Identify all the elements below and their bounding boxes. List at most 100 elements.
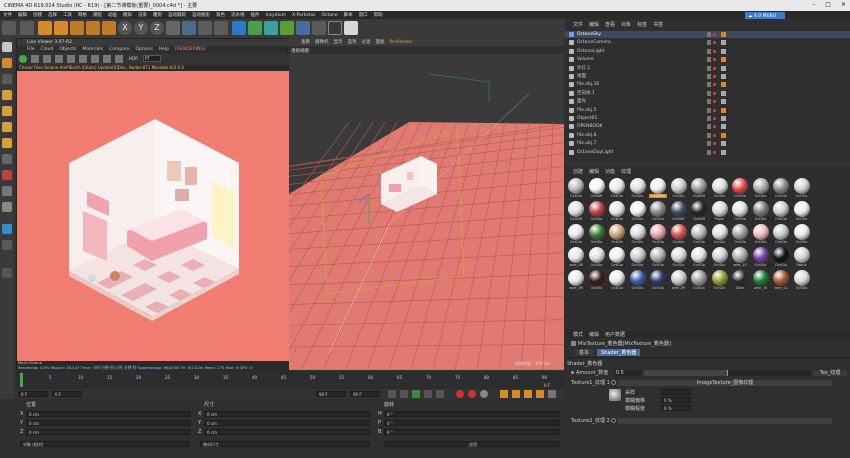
texture1-menu-icon[interactable] (611, 380, 616, 385)
pick-material-icon[interactable] (115, 55, 123, 63)
material-swatch[interactable]: OctGlo (751, 201, 770, 221)
render-toggle-icon[interactable] (713, 66, 716, 70)
material-swatch[interactable]: OctGlo (608, 201, 626, 221)
model-mode-icon[interactable] (2, 58, 12, 68)
position-field[interactable]: 0 cm (26, 420, 190, 426)
texture1-slot[interactable]: ImageTexture_图像纹理 (618, 379, 832, 386)
object-row[interactable]: OPENBOOK (565, 123, 850, 130)
rotate-circle-icon[interactable] (102, 21, 116, 35)
tag-icon[interactable] (721, 116, 726, 121)
region-render-icon[interactable] (91, 55, 99, 63)
rotation-field[interactable]: 0 ° (384, 420, 560, 426)
keyframe-selection-icon[interactable] (480, 390, 488, 398)
material-swatch[interactable]: wire_10 (731, 247, 749, 267)
material-swatch[interactable]: wire_06 (567, 270, 585, 290)
material-swatch[interactable]: OctDiff (669, 201, 688, 221)
sub-field-input[interactable] (661, 389, 691, 395)
keyframe-dot-icon[interactable] (571, 371, 574, 374)
object-row[interactable]: 外灯.1 (565, 65, 850, 72)
tag-icon[interactable] (721, 57, 726, 63)
visibility-icon[interactable] (707, 32, 711, 37)
live-viewer-menu-item[interactable]: [RENDERING] (175, 47, 205, 52)
move-tool-icon[interactable] (38, 21, 52, 35)
material-swatch[interactable]: wire_10 (751, 270, 770, 290)
render-toggle-icon[interactable] (713, 83, 716, 87)
menu-item[interactable]: 流水线 (231, 12, 245, 18)
material-swatch[interactable]: OctGlo (669, 224, 688, 244)
render-mode-select[interactable]: PT (143, 55, 161, 62)
rotate-tool-icon[interactable] (86, 21, 100, 35)
restart-render-icon[interactable] (31, 55, 39, 63)
viewport-menu-item[interactable]: 查看 (301, 39, 310, 45)
material-swatch[interactable]: OctGlo (690, 247, 708, 267)
object-row[interactable]: 空白体.1 (565, 90, 850, 97)
object-row[interactable]: 面光 (565, 98, 850, 105)
menu-item[interactable]: 脚本 (344, 12, 353, 18)
material-swatch[interactable]: OctDiff (567, 201, 585, 221)
material-swatch[interactable]: OctGlo (649, 270, 667, 290)
tag-icon[interactable] (721, 149, 726, 155)
material-swatch[interactable]: OctDiff (690, 178, 708, 198)
timeline[interactable]: 051015202530354045505560657075808590 0 F (16, 371, 564, 389)
position-field[interactable]: 0 cm (26, 429, 190, 435)
visibility-icon[interactable] (707, 48, 711, 54)
texture2-menu-icon[interactable] (611, 418, 616, 423)
visibility-icon[interactable] (707, 82, 711, 88)
snap-icon[interactable] (2, 154, 12, 164)
object-tab[interactable]: 查看 (605, 21, 615, 28)
size-field[interactable]: 0 cm (204, 420, 370, 426)
layer-icon[interactable] (2, 240, 12, 250)
object-row[interactable]: file.obj.7 (565, 140, 850, 147)
attribute-tab[interactable]: 模式 (573, 331, 583, 338)
material-swatch[interactable]: OctGlo (751, 247, 770, 267)
polygons-mode-icon[interactable] (2, 122, 12, 132)
material-swatch[interactable]: OctGlo (628, 201, 647, 221)
axis-z-toggle[interactable]: Z (150, 21, 164, 35)
array-icon[interactable] (280, 21, 294, 35)
tag-icon[interactable] (721, 40, 726, 46)
size-field[interactable]: 0 cm (204, 411, 370, 417)
play-icon[interactable] (412, 390, 420, 398)
viewport-menu-item[interactable]: 摄像机 (315, 39, 329, 45)
visibility-icon[interactable] (707, 116, 711, 121)
material-swatch[interactable]: wire_08 (567, 247, 585, 267)
menu-item[interactable]: Octane (322, 13, 338, 18)
object-row[interactable]: file.obj.5 (565, 107, 850, 114)
render-toggle-icon[interactable] (713, 125, 716, 129)
viewport-menu-item[interactable]: 过滤 (362, 39, 371, 45)
material-swatch[interactable]: OctGlo (690, 224, 708, 244)
amount-slider[interactable] (643, 369, 812, 376)
size-field[interactable]: 0 cm (204, 429, 370, 435)
minimize-icon[interactable]: – (812, 1, 815, 8)
render-toggle-icon[interactable] (713, 133, 716, 137)
material-swatch[interactable]: OctGlo (669, 247, 688, 267)
tag-icon[interactable] (721, 82, 726, 88)
object-row[interactable]: file.obj.16 (565, 81, 850, 88)
render-toggle-icon[interactable] (713, 58, 716, 62)
floor-icon[interactable] (312, 21, 326, 35)
material-swatch[interactable]: OctGlo (567, 224, 585, 244)
subdivision-icon[interactable] (264, 21, 278, 35)
visibility-icon[interactable] (707, 149, 711, 155)
tag-icon[interactable] (721, 65, 726, 71)
render-region-icon[interactable] (182, 21, 196, 35)
material-swatch[interactable]: OctGlo (792, 201, 811, 221)
menu-item[interactable]: 编辑 (18, 12, 27, 18)
camera-icon[interactable] (328, 21, 342, 35)
cube-icon[interactable] (232, 21, 246, 35)
menu-item[interactable]: 帮助 (374, 12, 383, 18)
texture2-slot[interactable] (618, 417, 832, 424)
render-toggle-icon[interactable] (713, 117, 716, 120)
menu-item[interactable]: Insydium (266, 13, 287, 18)
start-render-icon[interactable] (19, 55, 27, 63)
material-swatch[interactable]: wire_02 (772, 270, 790, 290)
visibility-icon[interactable] (707, 99, 711, 105)
menu-item[interactable]: 文件 (3, 12, 12, 18)
playhead[interactable] (20, 373, 23, 387)
visibility-icon[interactable] (707, 124, 711, 130)
end-frame-field-2[interactable]: 90 F (350, 391, 380, 397)
material-swatch[interactable]: OctGlo (772, 247, 790, 267)
menu-item[interactable]: 网格 (78, 12, 87, 18)
visibility-icon[interactable] (707, 107, 711, 113)
menu-item[interactable]: 运动跟踪 (168, 12, 186, 18)
